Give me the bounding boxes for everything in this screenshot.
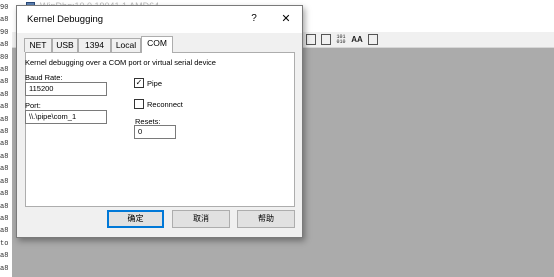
tab-1394[interactable]: 1394	[78, 38, 111, 52]
reconnect-checkbox[interactable]	[134, 99, 144, 109]
output-line: 90	[0, 28, 9, 37]
options-icon[interactable]	[368, 34, 378, 45]
tab-local[interactable]: Local	[111, 38, 141, 52]
kernel-debugging-dialog: Kernel Debugging ? ✕ NET USB 1394 Local …	[16, 5, 303, 238]
output-line: 80	[0, 53, 9, 62]
locals-window-icon[interactable]	[321, 34, 331, 45]
pipe-label: Pipe	[147, 79, 163, 88]
dialog-titlebar[interactable]: Kernel Debugging ? ✕	[17, 6, 302, 33]
output-line: a8	[0, 128, 9, 137]
output-line: a8	[0, 264, 9, 273]
memory-window-icon[interactable]	[306, 34, 316, 45]
baud-rate-label: Baud Rate:	[25, 73, 63, 82]
output-line: a8	[0, 66, 9, 75]
output-line: a8	[0, 190, 9, 199]
tab-usb[interactable]: USB	[52, 38, 78, 52]
cancel-button[interactable]: 取消	[172, 210, 230, 228]
help-button[interactable]: 帮助	[237, 210, 295, 228]
output-line: a8	[0, 165, 9, 174]
output-line: a8	[0, 78, 9, 87]
output-line: a8	[0, 227, 9, 236]
port-field[interactable]: \\.\pipe\com_1	[25, 110, 107, 124]
dialog-title: Kernel Debugging	[27, 14, 104, 25]
output-line: a8	[0, 41, 9, 50]
output-lines: 90 a8 90 a8 80 a8 a8 a8 a8 a8 a8 a8 a8 a8 a8 a8 a8 a8 a8 to…	[0, 2, 12, 275]
output-line: a8	[0, 202, 9, 211]
output-line: a8	[0, 214, 9, 223]
output-line: a8	[0, 152, 9, 161]
tab-net[interactable]: NET	[24, 38, 52, 52]
help-icon[interactable]: ?	[247, 12, 261, 26]
close-icon[interactable]: ✕	[278, 12, 294, 26]
registers-glyph: 101 010	[336, 33, 346, 45]
output-line: a8	[0, 115, 9, 124]
reconnect-label: Reconnect	[147, 100, 183, 109]
resets-field[interactable]: 0	[134, 125, 176, 139]
pipe-checkbox[interactable]: ✓	[134, 78, 144, 88]
output-line: a8	[0, 103, 9, 112]
font-glyph: AA	[351, 35, 363, 44]
output-line: to	[0, 239, 9, 248]
ok-button[interactable]: 确定	[107, 210, 164, 228]
tab-com[interactable]: COM	[141, 36, 173, 53]
output-line: 90	[0, 4, 9, 12]
output-line: a8	[0, 252, 9, 261]
output-line: a8	[0, 16, 9, 25]
baud-rate-field[interactable]: 115200	[25, 82, 107, 96]
output-line: a8	[0, 90, 9, 99]
checkmark-icon: ✓	[135, 78, 143, 87]
registers-window-icon[interactable]: 101 010	[335, 34, 347, 45]
output-text-margin: 90 a8 90 a8 80 a8 a8 a8 a8 a8 a8 a8 a8 a8 a8 a8 a8 a8 a8 to…	[0, 0, 12, 277]
font-icon[interactable]: AA	[351, 34, 363, 45]
output-line: a8	[0, 177, 9, 186]
output-line: a8	[0, 140, 9, 149]
com-description: Kernel debugging over a COM port or virt…	[25, 58, 216, 67]
port-label: Port:	[25, 101, 41, 110]
